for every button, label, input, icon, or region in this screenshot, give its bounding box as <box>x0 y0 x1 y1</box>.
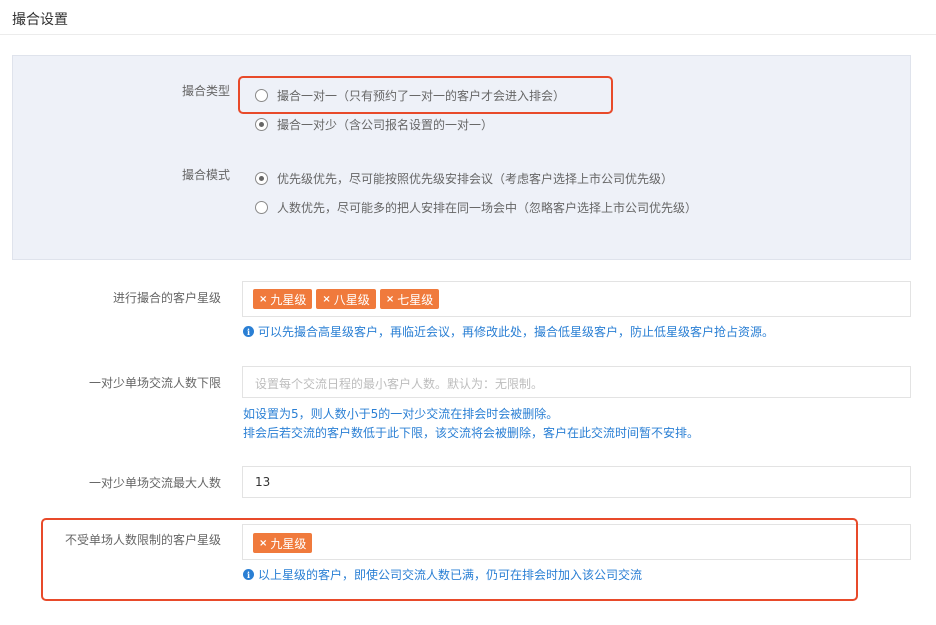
match-type-option-one-to-few[interactable]: 撮合一对少（含公司报名设置的一对一） <box>255 114 493 134</box>
min-people-label: 一对少单场交流人数下限 <box>88 376 221 390</box>
star-levels-select[interactable]: × 九星级 × 八星级 × 七星级 <box>242 281 911 317</box>
tag-remove-icon[interactable]: × <box>322 294 330 305</box>
min-people-placeholder: 设置每个交流日程的最小客户人数。默认为：无限制。 <box>255 377 544 391</box>
radio-unchecked-icon[interactable] <box>255 88 268 102</box>
radio-label: 人数优先，尽可能多的把人安排在同一场会中（忽略客户选择上市公司优先级） <box>277 200 698 215</box>
tag-remove-icon[interactable]: × <box>386 294 394 305</box>
title-divider <box>0 34 936 35</box>
max-people-input[interactable]: 13 <box>242 466 911 498</box>
match-mode-option-priority[interactable]: 优先级优先，尽可能按照优先级安排会议（考虑客户选择上市公司优先级） <box>255 168 673 188</box>
match-type-option-one-to-one[interactable]: 撮合一对一（只有预约了一对一的客户才会进入排会） <box>255 85 565 105</box>
tag-remove-icon[interactable]: × <box>259 538 267 549</box>
radio-label: 优先级优先，尽可能按照优先级安排会议（考虑客户选择上市公司优先级） <box>277 171 674 186</box>
unlimited-levels-hint: i 以上星级的客户，即使公司交流人数已满，仍可在排会时加入该公司交流 <box>243 566 642 583</box>
radio-checked-icon[interactable] <box>255 171 268 185</box>
info-icon: i <box>243 326 254 337</box>
radio-label: 撮合一对少（含公司报名设置的一对一） <box>277 117 494 132</box>
min-people-input[interactable]: 设置每个交流日程的最小客户人数。默认为：无限制。 <box>242 366 911 398</box>
tag-remove-icon[interactable]: × <box>259 294 267 305</box>
star-tag[interactable]: × 九星级 <box>253 289 313 309</box>
info-icon: i <box>243 569 254 580</box>
star-levels-label: 进行撮合的客户星级 <box>112 291 221 305</box>
star-tag[interactable]: × 七星级 <box>379 289 440 309</box>
match-mode-label: 撮合模式 <box>181 168 230 182</box>
star-levels-hint: i 可以先撮合高星级客户，再临近会议，再修改此处，撮合低星级客户，防止低星级客户… <box>243 323 774 340</box>
min-people-hint-line2: 排会后若交流的客户数低于此下限，该交流将会被删除，客户在此交流时间暂不安排。 <box>243 426 700 440</box>
max-people-value: 13 <box>255 475 271 489</box>
radio-checked-icon[interactable] <box>255 117 268 131</box>
unlimited-levels-label: 不受单场人数限制的客户星级 <box>64 533 221 547</box>
radio-label: 撮合一对一（只有预约了一对一的客户才会进入排会） <box>277 88 566 103</box>
star-tag[interactable]: × 九星级 <box>253 533 313 553</box>
match-type-label: 撮合类型 <box>181 84 230 98</box>
match-mode-option-headcount[interactable]: 人数优先，尽可能多的把人安排在同一场会中（忽略客户选择上市公司优先级） <box>255 197 697 217</box>
star-tag[interactable]: × 八星级 <box>316 289 376 309</box>
max-people-label: 一对少单场交流最大人数 <box>88 476 221 490</box>
min-people-hint-line1: 如设置为5，则人数小于5的一对少交流在排会时会被删除。 <box>243 407 559 421</box>
radio-unchecked-icon[interactable] <box>255 200 268 214</box>
page-title: 撮合设置 <box>12 12 68 28</box>
unlimited-levels-select[interactable]: × 九星级 <box>242 524 911 560</box>
